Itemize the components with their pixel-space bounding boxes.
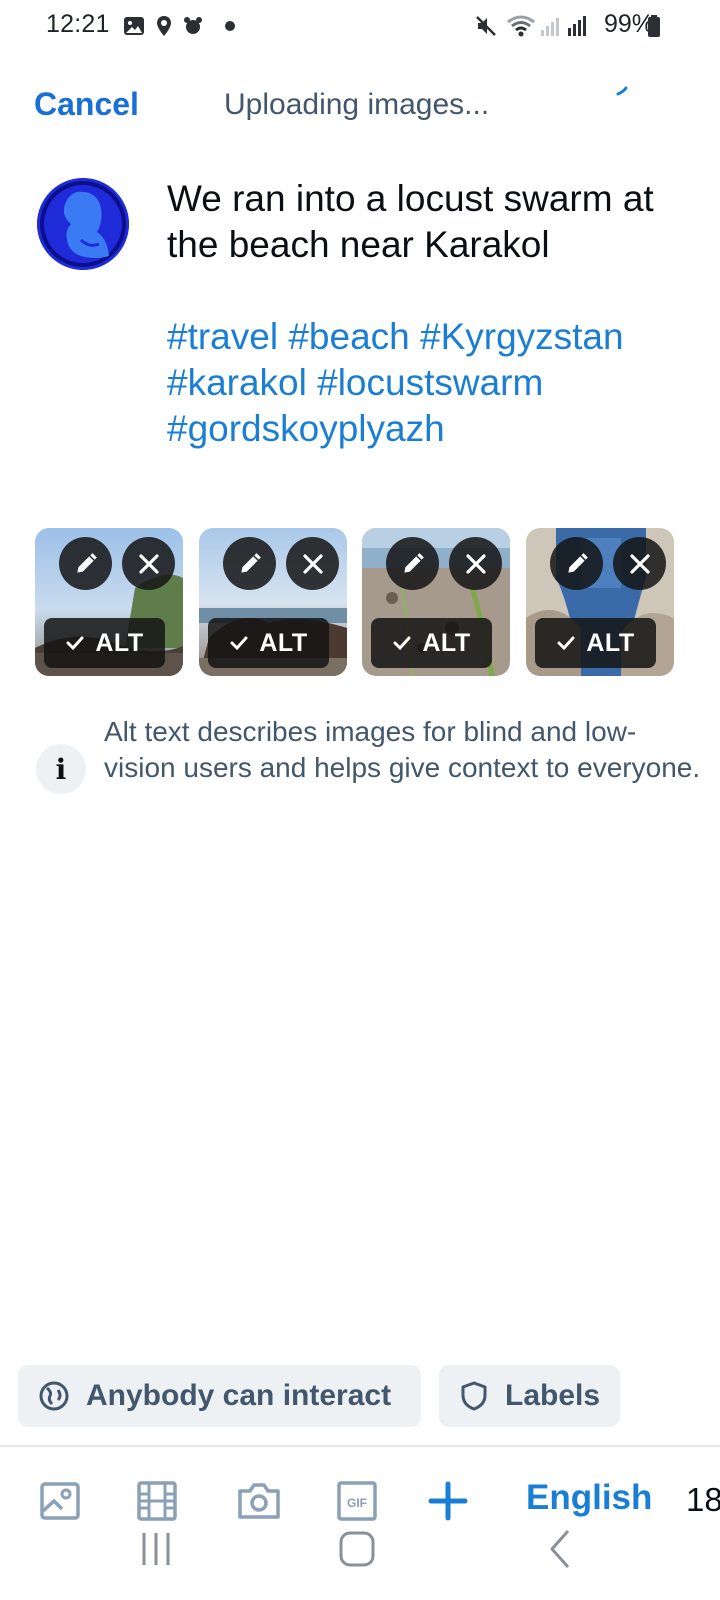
gallery-icon [40,1482,80,1520]
add-post-button[interactable] [425,1478,471,1524]
interaction-settings-label: Anybody can interact [86,1379,392,1412]
edit-image-button[interactable] [223,537,276,590]
check-icon [66,636,84,651]
alt-text-info: Alt text describes images for blind and … [104,716,701,783]
gif-icon: GIF [337,1481,377,1521]
post-text[interactable]: We ran into a locust swarm at the beach … [167,176,687,268]
check-icon [230,636,248,651]
check-icon [393,636,411,651]
remove-image-button[interactable] [449,537,502,590]
edit-image-button[interactable] [386,537,439,590]
add-image-button[interactable] [37,1478,83,1524]
camera-button[interactable] [236,1478,282,1524]
video-icon [137,1481,177,1521]
remove-image-button[interactable] [122,537,175,590]
pencil-icon [240,552,261,573]
cancel-button[interactable]: Cancel [34,86,139,123]
alt-label: ALT [259,628,308,657]
interaction-settings-button[interactable]: Anybody can interact [18,1365,421,1427]
add-video-button[interactable] [134,1478,180,1524]
alt-label: ALT [95,628,144,657]
gallery-notification-icon [124,17,144,35]
language-button[interactable]: English [526,1478,652,1518]
alt-text-button[interactable]: ALT [371,618,492,668]
back-button[interactable] [540,1528,584,1570]
image-thumbnail[interactable]: ALT [526,528,674,676]
pencil-icon [76,552,97,573]
image-attachments: ALT ALT ALT ALT [35,528,685,676]
more-notifications-icon [225,21,235,31]
close-icon [138,553,159,574]
gif-button[interactable]: GIF [334,1478,380,1524]
avatar-icon [37,178,129,270]
alt-label: ALT [586,628,635,657]
loading-spinner-icon [616,86,628,96]
pencil-icon [567,552,588,573]
recent-apps-button[interactable] [134,1528,178,1570]
upload-status: Uploading images... [224,88,490,121]
home-icon [339,1531,375,1567]
close-icon [302,553,323,574]
divider [0,1445,720,1447]
alt-text-button[interactable]: ALT [208,618,329,668]
wifi-icon [507,15,535,37]
signal-icon [568,16,586,36]
pencil-icon [403,552,424,573]
edit-image-button[interactable] [59,537,112,590]
labels-button[interactable]: Labels [439,1365,620,1427]
remove-image-button[interactable] [613,537,666,590]
info-icon: i [36,744,86,794]
globe-icon [39,1381,69,1411]
labels-label: Labels [505,1379,601,1412]
camera-icon [238,1483,280,1519]
image-thumbnail[interactable]: ALT [362,528,510,676]
check-icon [557,636,575,651]
svg-text:GIF: GIF [347,1496,367,1510]
mute-icon [476,16,496,36]
location-icon [157,16,171,36]
signal-weak-icon [541,18,559,36]
add-post-icon [428,1481,468,1521]
app-notification-icon [184,17,202,34]
home-button[interactable] [335,1528,379,1570]
image-thumbnail[interactable]: ALT [199,528,347,676]
avatar[interactable] [37,178,129,270]
alt-text-button[interactable]: ALT [44,618,165,668]
close-icon [629,553,650,574]
recents-icon [142,1533,170,1565]
back-icon [550,1530,570,1568]
image-thumbnail[interactable]: ALT [35,528,183,676]
shield-icon [461,1381,487,1411]
close-icon [465,553,486,574]
character-count: 18 [686,1481,720,1518]
post-hashtags[interactable]: #travel #beach #Kyrgyzstan #karakol #loc… [167,314,697,452]
alt-label: ALT [422,628,471,657]
battery-icon [648,15,660,37]
remove-image-button[interactable] [286,537,339,590]
status-time: 12:21 [46,10,110,38]
edit-image-button[interactable] [550,537,603,590]
status-bar: 12:21 99% [0,0,720,52]
alt-text-button[interactable]: ALT [535,618,656,668]
